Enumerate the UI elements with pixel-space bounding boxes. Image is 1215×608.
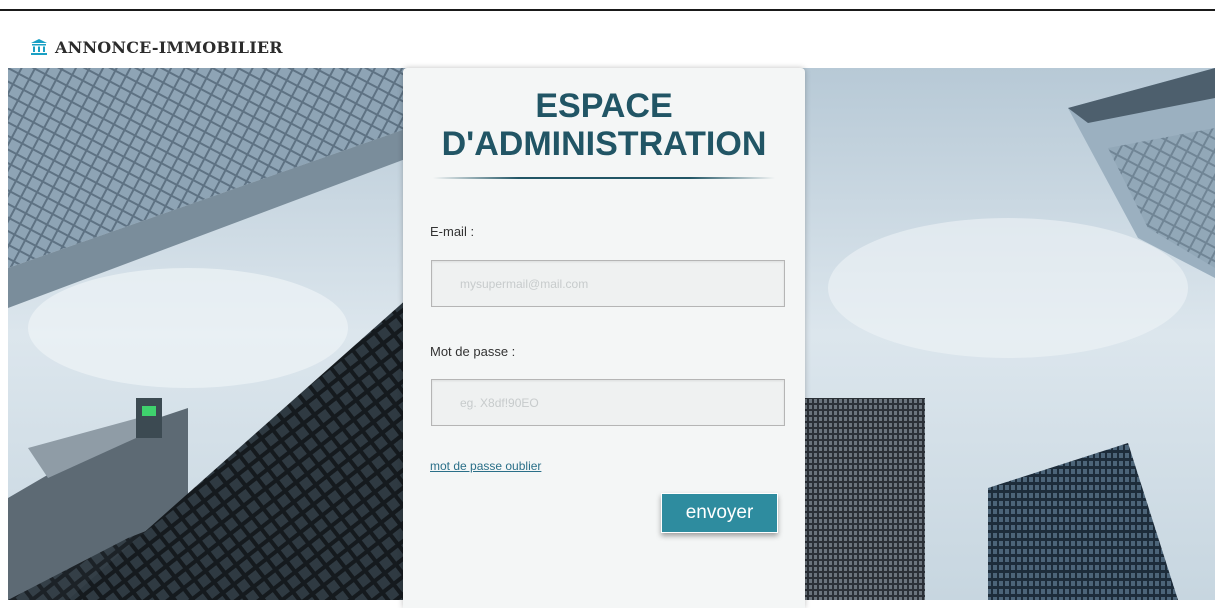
login-title-line-1: ESPACE bbox=[535, 87, 673, 125]
login-title: ESPACE D'ADMINISTRATION bbox=[403, 87, 805, 163]
login-title-line-2: D'ADMINISTRATION bbox=[441, 125, 767, 163]
top-divider bbox=[0, 9, 1215, 11]
admin-login-card: ESPACE D'ADMINISTRATION E-mail : Mot de … bbox=[403, 68, 805, 608]
password-label: Mot de passe : bbox=[430, 344, 516, 359]
bank-building-icon bbox=[31, 39, 47, 55]
site-brand[interactable]: ANNONCE-IMMOBILIER bbox=[30, 35, 283, 59]
site-name: ANNONCE-IMMOBILIER bbox=[55, 37, 283, 57]
email-label: E-mail : bbox=[430, 224, 475, 239]
title-divider bbox=[433, 177, 775, 179]
submit-button[interactable]: envoyer bbox=[661, 493, 778, 533]
email-field[interactable] bbox=[431, 260, 785, 307]
password-field[interactable] bbox=[431, 379, 785, 426]
forgot-password-link[interactable]: mot de passe oublier bbox=[430, 459, 541, 473]
